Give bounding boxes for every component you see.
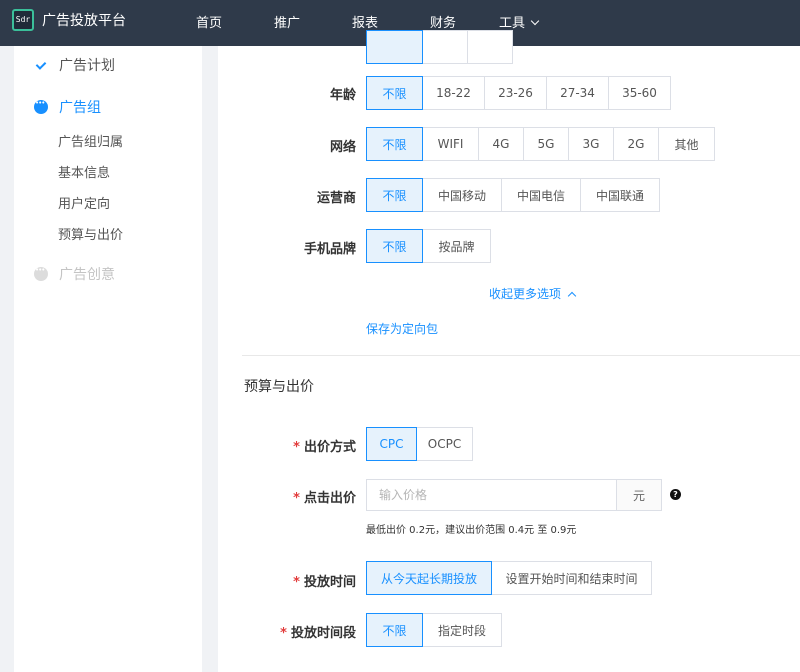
required-mark: * [280,626,287,641]
nav-item-tools-label: 工具 [499,16,526,31]
age-option[interactable]: 35-60 [608,76,671,110]
phone-brand-option[interactable]: 不限 [366,229,423,263]
network-options: 不限 WIFI 4G 5G 3G 2G 其他 [366,127,715,161]
age-option[interactable]: 18-22 [422,76,485,110]
step-ad-group[interactable]: 广告组 [34,97,101,117]
delivery-period-option[interactable]: 指定时段 [422,613,502,647]
more-dots-icon [34,266,48,281]
step-ad-plan[interactable]: 广告计划 [34,55,115,75]
phone-brand-options: 不限 按品牌 [366,229,491,263]
option-partial[interactable] [366,30,423,64]
delivery-time-option[interactable]: 设置开始时间和结束时间 [491,561,652,595]
click-bid-label: * 点击出价 [293,487,356,506]
brand[interactable]: Sdr 广告投放平台 [12,9,126,31]
carrier-option[interactable]: 中国电信 [501,178,581,212]
network-option[interactable]: WIFI [422,127,479,161]
section-divider [242,355,800,356]
carrier-options: 不限 中国移动 中国电信 中国联通 [366,178,660,212]
sidebar-item-ad-group-owner[interactable]: 广告组归属 [58,131,123,150]
step-ad-creative[interactable]: 广告创意 [34,264,115,284]
brand-title: 广告投放平台 [42,13,126,29]
chevron-down-icon [530,16,540,26]
nav-item-reports[interactable]: 报表 [352,12,378,31]
brand-logo-icon: Sdr [12,9,34,31]
bid-hint-text: 最低出价 0.2元，建议出价范围 0.4元 至 0.9元 [366,525,577,536]
carrier-option[interactable]: 中国联通 [580,178,660,212]
bid-method-label: * 出价方式 [293,436,356,455]
price-unit-addon: 元 [616,479,662,511]
delivery-time-label-text: 投放时间 [303,575,356,590]
nav-item-home[interactable]: 首页 [196,12,222,31]
network-option[interactable]: 4G [478,127,524,161]
nav-item-finance[interactable]: 财务 [430,12,456,31]
collapse-link-label: 收起更多选项 [489,287,562,301]
network-option[interactable]: 其他 [658,127,715,161]
delivery-time-label: * 投放时间 [293,571,356,590]
bid-method-option[interactable]: OCPC [416,427,473,461]
required-mark: * [293,491,300,506]
step-label: 广告计划 [59,58,115,74]
sidebar-item-user-targeting[interactable]: 用户定向 [58,193,110,212]
carrier-option[interactable]: 不限 [366,178,423,212]
question-icon[interactable]: ? [670,489,681,500]
delivery-time-option[interactable]: 从今天起长期投放 [366,561,492,595]
option-partial[interactable] [422,30,468,64]
phone-brand-option[interactable]: 按品牌 [422,229,491,263]
age-option[interactable]: 27-34 [546,76,609,110]
nav-item-tools[interactable]: 工具 [499,12,540,31]
sidebar: 广告计划 广告组 广告组归属 基本信息 用户定向 预算与出价 广告创意 [14,46,202,672]
age-options: 不限 18-22 23-26 27-34 35-60 [366,76,671,110]
step-label: 广告组 [59,100,101,116]
sidebar-item-basic-info[interactable]: 基本信息 [58,162,110,181]
bid-method-label-text: 出价方式 [303,440,356,455]
network-option[interactable]: 2G [613,127,659,161]
delivery-time-options: 从今天起长期投放 设置开始时间和结束时间 [366,561,652,595]
required-mark: * [293,575,300,590]
age-option[interactable]: 23-26 [484,76,547,110]
network-label: 网络 [329,140,356,155]
carrier-label: 运营商 [316,191,356,206]
gender-options-partial [366,30,513,64]
collapse-more-options-link[interactable]: 收起更多选项 [489,285,577,302]
nav-item-promotion[interactable]: 推广 [274,12,300,31]
bid-method-option[interactable]: CPC [366,427,417,461]
delivery-period-options: 不限 指定时段 [366,613,502,647]
bid-method-options: CPC OCPC [366,427,473,461]
chevron-up-icon [567,291,577,301]
phone-brand-label: 手机品牌 [303,242,356,257]
carrier-option[interactable]: 中国移动 [422,178,502,212]
save-targeting-package-link[interactable]: 保存为定向包 [366,320,438,337]
required-mark: * [293,440,300,455]
main-form: 年龄 不限 18-22 23-26 27-34 35-60 网络 不限 WIFI 4G 5G 3… [218,30,800,672]
age-label: 年龄 [329,88,356,103]
delivery-period-option[interactable]: 不限 [366,613,423,647]
delivery-period-label: * 投放时间段 [280,622,356,641]
step-label: 广告创意 [59,267,115,283]
delivery-period-label-text: 投放时间段 [290,626,356,641]
more-dots-icon [34,99,48,114]
click-bid-label-text: 点击出价 [303,491,356,506]
click-bid-input[interactable] [366,479,616,511]
option-partial[interactable] [467,30,513,64]
age-option[interactable]: 不限 [366,76,423,110]
network-option[interactable]: 3G [568,127,614,161]
network-option[interactable]: 5G [523,127,569,161]
section-title-budget: 预算与出价 [244,379,314,395]
check-icon [34,58,48,72]
network-option[interactable]: 不限 [366,127,423,161]
sidebar-item-budget-bid[interactable]: 预算与出价 [58,224,123,243]
